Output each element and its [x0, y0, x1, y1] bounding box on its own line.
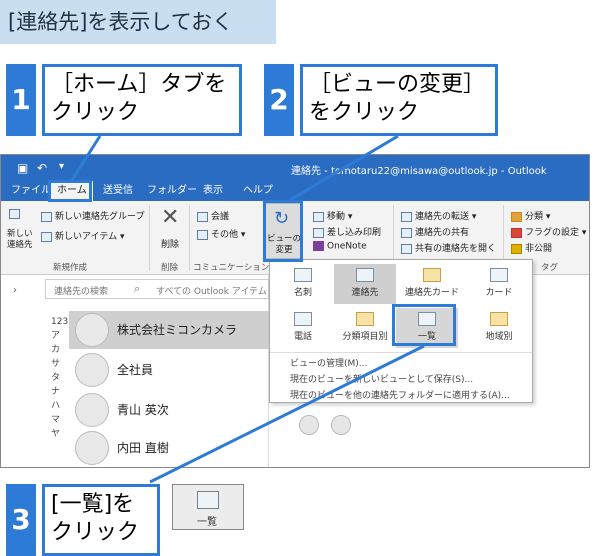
step-3-line-2: クリック: [51, 520, 140, 545]
step-3-callout: [一覧]を クリック: [42, 484, 160, 556]
connector-lines: [70, 134, 425, 484]
list-view-icon: [197, 491, 219, 509]
list-view-label: 一覧: [197, 517, 217, 528]
connector-line-2: [289, 134, 399, 202]
connector-line-3: [149, 344, 425, 484]
connector-line-1: [70, 135, 102, 181]
step-3-line-1: [一覧]を: [51, 492, 135, 517]
list-view-button-zoom: 一覧: [172, 484, 244, 530]
step-badge-3: 3: [6, 484, 36, 556]
